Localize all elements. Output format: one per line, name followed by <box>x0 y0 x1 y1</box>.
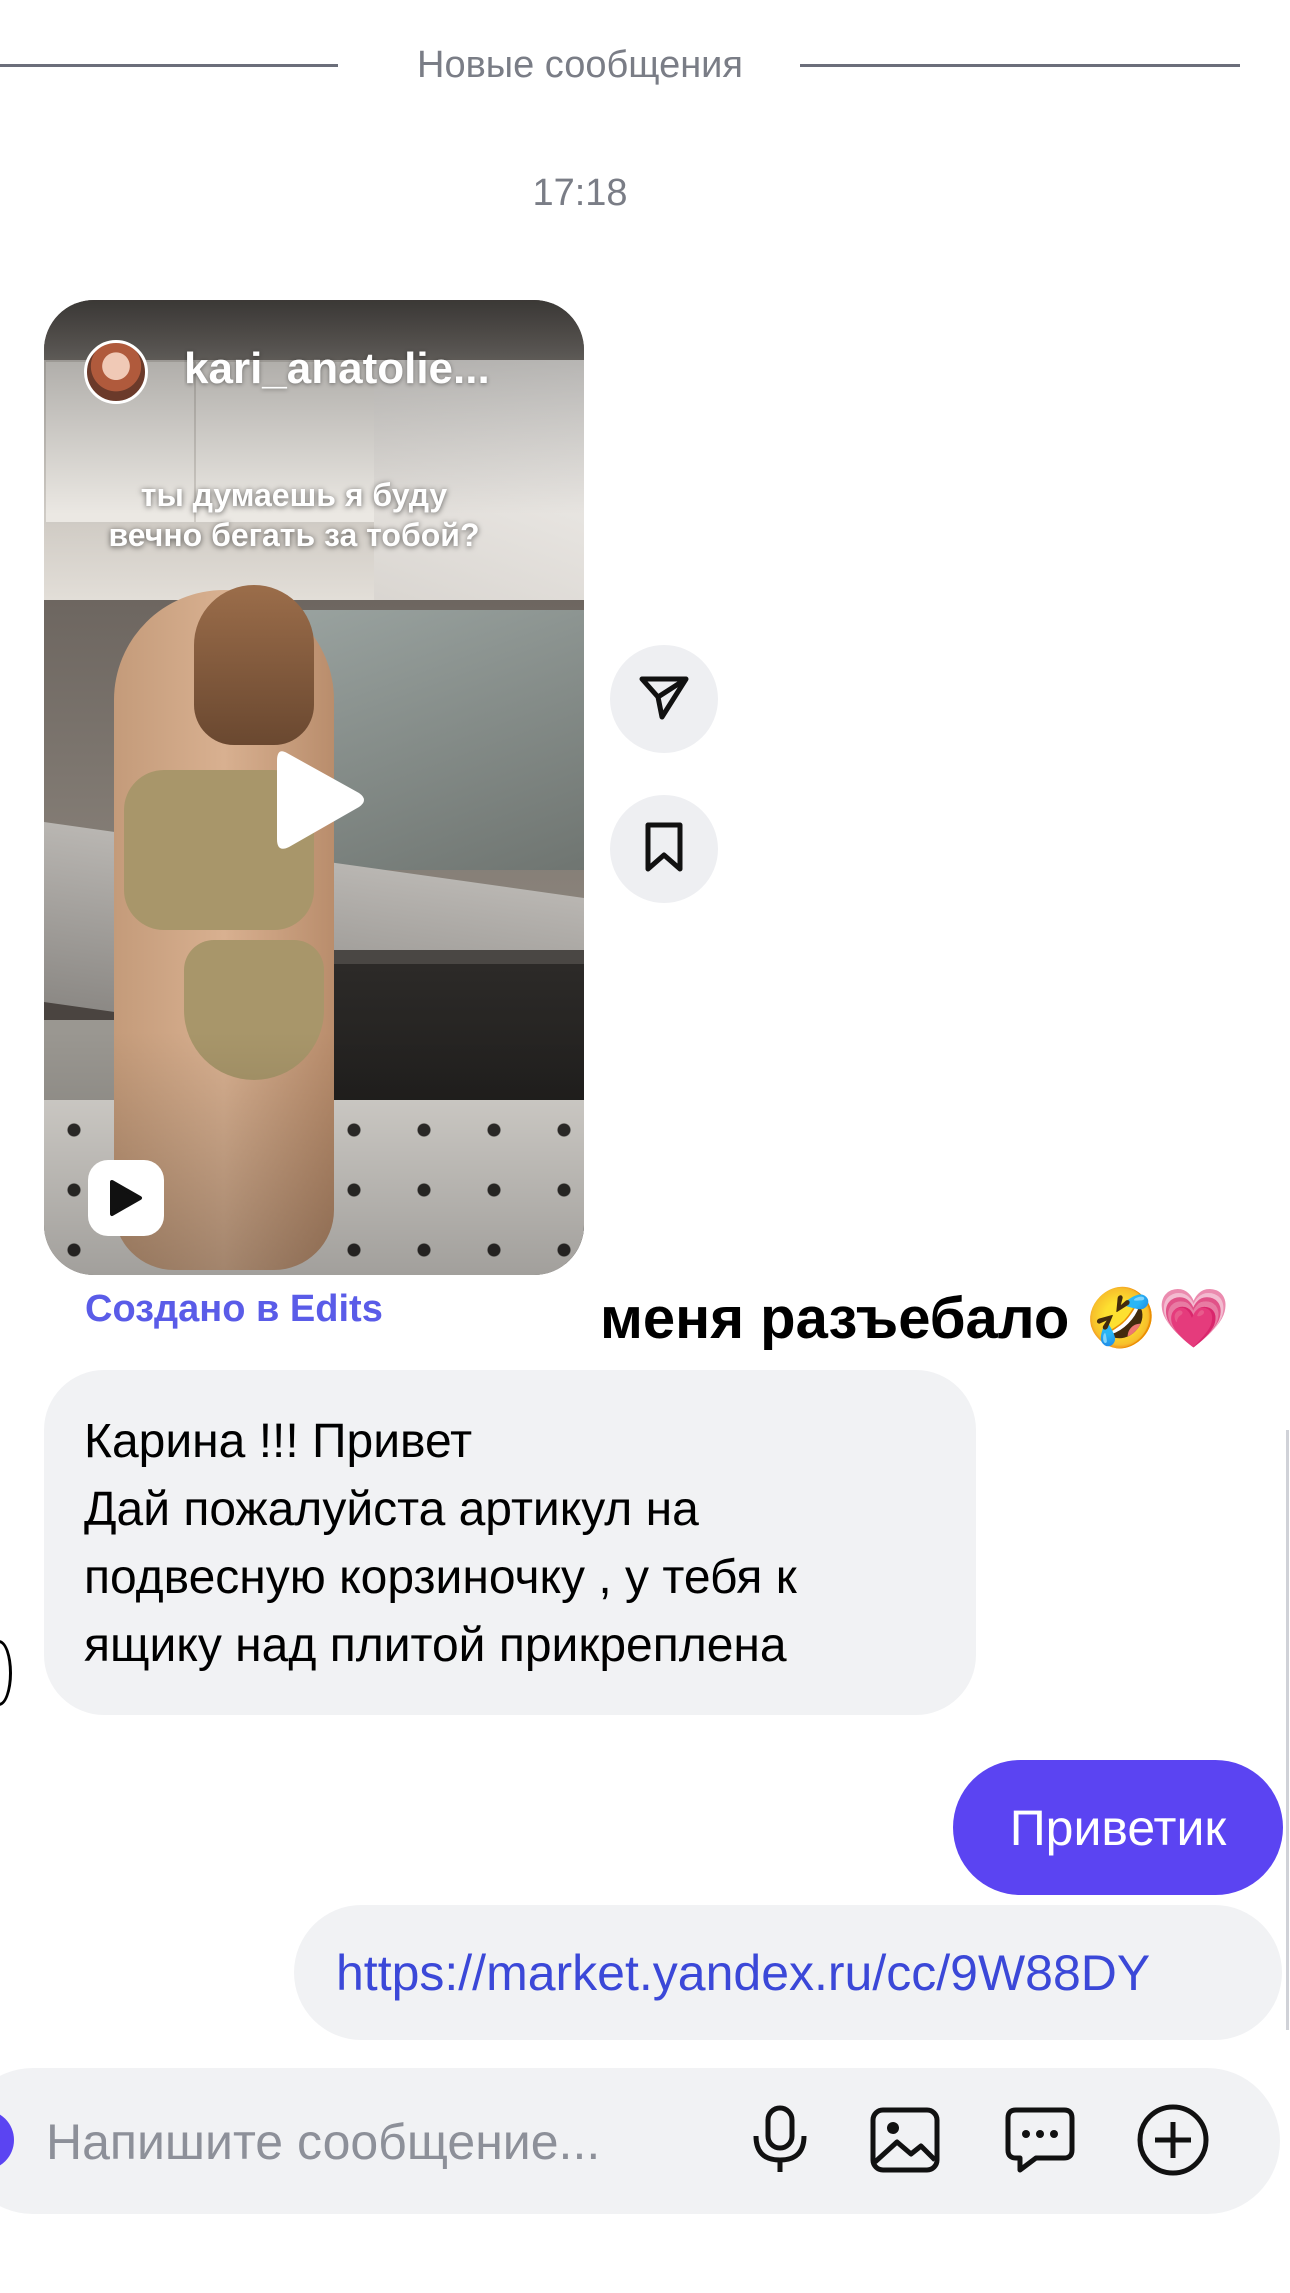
bookmark-icon <box>640 821 688 878</box>
send-reel-button[interactable] <box>610 645 718 753</box>
chat-screen: Новые сообщения 17:18 kari_anatolie... т… <box>0 0 1290 2293</box>
sender-avatar-edge <box>0 1640 12 1706</box>
reels-icon <box>88 1160 164 1236</box>
scroll-edge <box>1286 1430 1289 2030</box>
incoming-message-bubble[interactable]: Карина !!! Привет Дай пожалуйста артикул… <box>44 1370 976 1715</box>
new-messages-divider: Новые сообщения <box>417 44 743 86</box>
message-line: ящику над плитой прикреплена <box>84 1619 787 1672</box>
reel-author-username[interactable]: kari_anatolie... <box>184 344 564 394</box>
outgoing-message-bubble[interactable]: Приветик <box>953 1760 1283 1895</box>
image-icon[interactable] <box>860 2095 950 2185</box>
divider-line-right <box>800 64 1240 67</box>
plus-icon[interactable] <box>1128 2095 1218 2185</box>
message-line: Карина !!! Привет <box>84 1415 473 1468</box>
message-timestamp: 17:18 <box>532 172 628 214</box>
reaction-message: меня разъебало 🤣💗 <box>600 1286 1230 1351</box>
message-link[interactable]: https://market.yandex.ru/cc/9W88DY <box>336 1944 1150 2002</box>
reel-caption: ты думаешь я буду вечно бегать за тобой? <box>84 475 504 555</box>
play-icon[interactable] <box>269 745 369 855</box>
message-input[interactable] <box>44 2104 688 2180</box>
divider-line-left <box>0 64 338 67</box>
message-line: Дай пожалуйста артикул на <box>84 1483 699 1536</box>
microphone-icon[interactable] <box>735 2095 825 2185</box>
save-reel-button[interactable] <box>610 795 718 903</box>
reel-author-avatar[interactable] <box>84 340 148 404</box>
reel-caption-line: вечно бегать за тобой? <box>108 517 480 553</box>
message-line: подвесную корзиночку , у тебя к <box>84 1551 797 1604</box>
created-in-edits-link[interactable]: Создано в Edits <box>85 1288 383 1331</box>
sticker-icon[interactable] <box>995 2095 1085 2185</box>
outgoing-link-bubble[interactable]: https://market.yandex.ru/cc/9W88DY <box>294 1905 1282 2040</box>
outgoing-message-text: Приветик <box>1009 1799 1227 1856</box>
send-icon <box>636 669 692 730</box>
shared-reel-card[interactable]: kari_anatolie... ты думаешь я буду вечно… <box>44 300 584 1275</box>
reel-caption-line: ты думаешь я буду <box>140 477 448 513</box>
